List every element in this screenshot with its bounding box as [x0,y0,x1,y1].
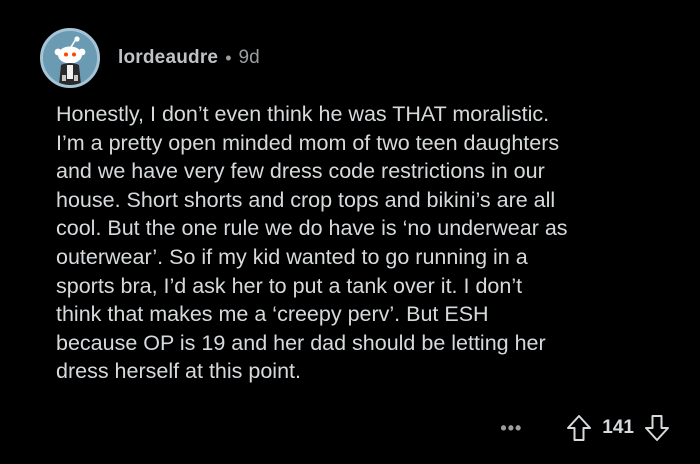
snoo-avatar-icon [43,31,97,85]
comment-body: Honestly, I don’t even think he was THAT… [56,102,568,384]
vote-score: 141 [602,417,634,438]
comment-age: 9d [238,47,260,68]
downvote-arrow-icon[interactable] [644,414,670,442]
author-username[interactable]: lordeaudre [118,47,218,69]
user-avatar[interactable] [40,28,100,88]
meta-separator: • [225,47,232,68]
upvote-arrow-icon[interactable] [566,414,592,442]
comment-actions: ••• 141 [500,412,670,444]
comment-header: lordeaudre • 9d [40,28,260,88]
more-options-button[interactable]: ••• [500,418,522,439]
comment: lordeaudre • 9d Honestly, I don’t even t… [0,0,700,464]
